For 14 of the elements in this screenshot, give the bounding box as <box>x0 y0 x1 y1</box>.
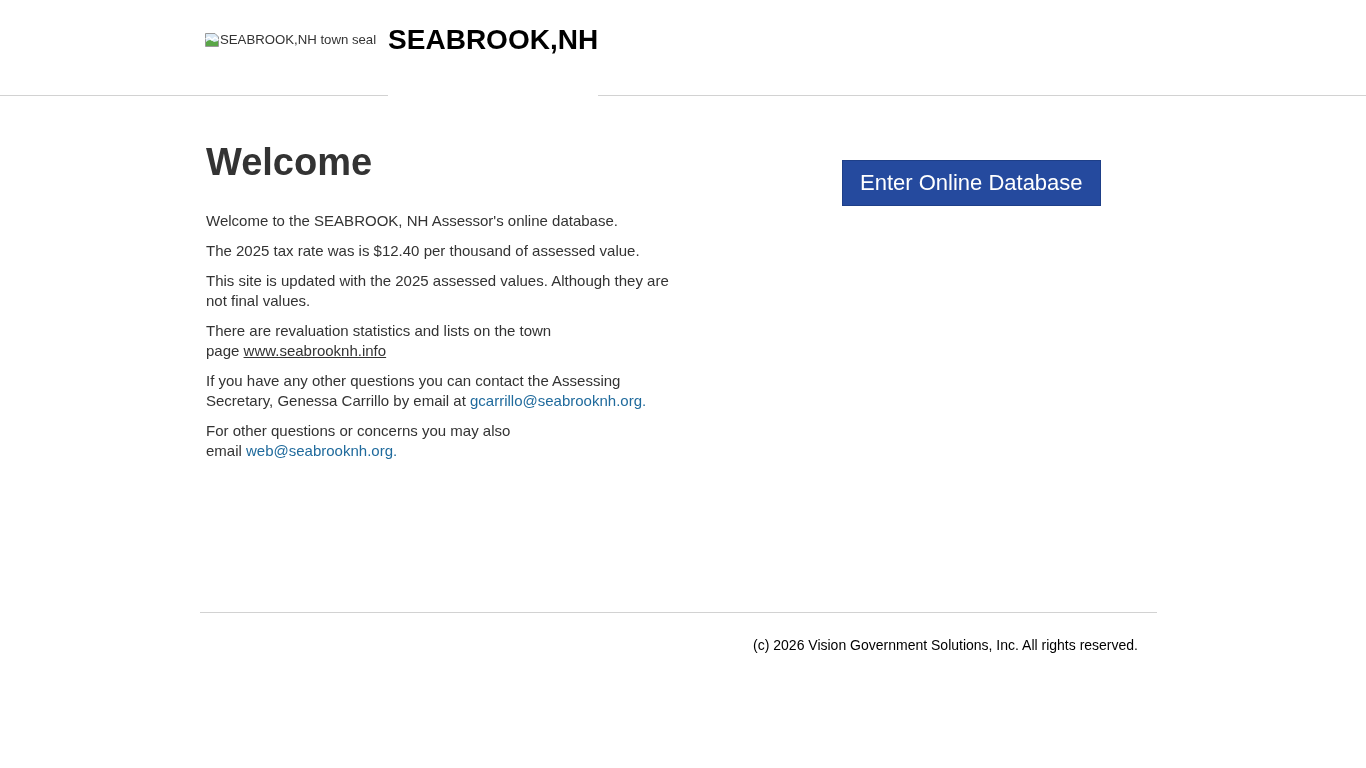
image-alt-text: SEABROOK,NH town seal <box>220 32 377 48</box>
email-link[interactable]: gcarrillo@seabrooknh.org. <box>470 392 647 409</box>
welcome-paragraph: For other questions or concerns you may also email web@seabrooknh.org. <box>206 421 512 461</box>
enter-database-button[interactable]: Enter Online Database <box>842 160 1101 206</box>
copyright-text: (c) 2026 Vision Government Solutions, Inc. All rights reserved. <box>753 637 1138 653</box>
welcome-paragraph: If you have any other questions you can contact the Assessing Secretary, Genessa Carrillo by email at gcarrillo@seabrooknh.org. <box>206 371 648 411</box>
web-link[interactable]: www.seabrooknh.info <box>243 342 391 359</box>
email-link[interactable]: web@seabrooknh.org. <box>246 442 398 459</box>
broken-image-icon <box>204 32 220 48</box>
welcome-paragraph: There are revaluation statistics and lists on the town page www.seabrooknh.info <box>206 321 553 361</box>
welcome-paragraph: The 2025 tax rate was is $12.40 per thousand of assessed value. <box>206 241 641 261</box>
welcome-paragraph: Welcome to the SEABROOK, NH Assessor's online database. <box>206 211 619 231</box>
welcome-heading: Welcome <box>206 141 374 183</box>
welcome-paragraph: This site is updated with the 2025 assessed values. Although they are not final values. <box>206 271 670 311</box>
